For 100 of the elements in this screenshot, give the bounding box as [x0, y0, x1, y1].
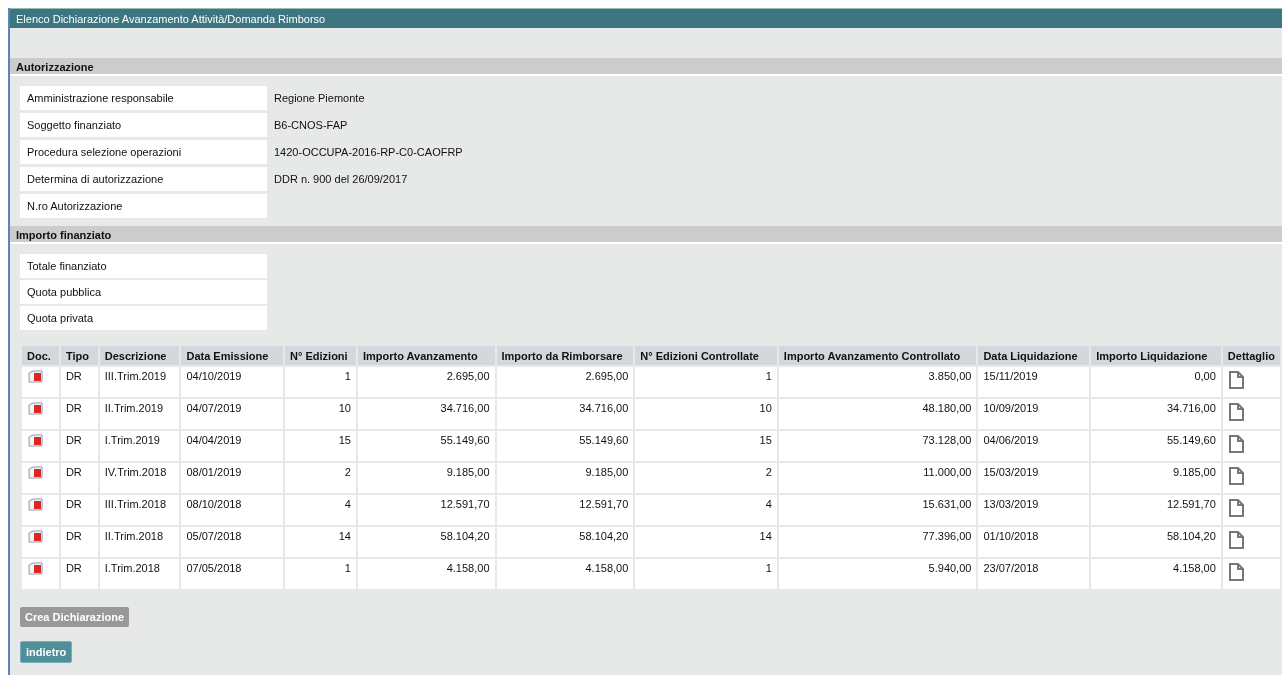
table-cell: 34.716,00: [356, 398, 496, 430]
table-cell: 05/07/2018: [180, 526, 285, 558]
back-button[interactable]: indietro: [20, 641, 73, 663]
table-cell: 10/09/2019: [977, 398, 1091, 430]
field-value: 1420-OCCUPA-2016-RP-C0-CAOFRP: [273, 145, 463, 158]
table-cell: III.Trim.2018: [98, 494, 181, 526]
field-label: N.ro Autorizzazione: [20, 193, 267, 218]
table-cell: 2.695,00: [495, 366, 635, 398]
document-icon[interactable]: [1227, 562, 1245, 582]
document-icon[interactable]: [1227, 402, 1245, 422]
column-header: Doc.: [21, 345, 60, 366]
field-value: B6-CNOS-FAP: [273, 118, 348, 131]
table-cell: 12.591,70: [1090, 494, 1222, 526]
table-cell: 3.850,00: [777, 366, 978, 398]
table-cell: 12.591,70: [356, 494, 496, 526]
column-header: N° Edizioni Controllate: [634, 345, 778, 366]
table-cell: 73.128,00: [777, 430, 978, 462]
table-cell: 4.158,00: [1090, 558, 1222, 590]
table-cell: 48.180,00: [777, 398, 978, 430]
table-cell: 1: [284, 366, 357, 398]
window-title: Elenco Dichiarazione Avanzamento Attività/Domanda Rimborso: [10, 8, 1282, 28]
document-icon[interactable]: [1227, 370, 1245, 390]
field-label: Quota pubblica: [20, 280, 267, 304]
table-cell: 58.104,20: [495, 526, 635, 558]
pdf-icon[interactable]: [27, 434, 43, 449]
pdf-icon[interactable]: [27, 370, 43, 385]
field-label: Totale finanziato: [20, 254, 267, 278]
table-cell: 5.940,00: [777, 558, 978, 590]
table-cell: 0,00: [1090, 366, 1222, 398]
document-icon[interactable]: [1227, 498, 1245, 518]
table-cell: 55.149,60: [1090, 430, 1222, 462]
create-button[interactable]: Crea Dichiarazione: [20, 607, 130, 627]
table-cell: 34.716,00: [1090, 398, 1222, 430]
section-header: Importo finanziato: [10, 226, 1282, 244]
table-cell: 4: [284, 494, 357, 526]
field-label: Procedura selezione operazioni: [20, 139, 267, 164]
table-cell: 1: [634, 558, 778, 590]
table-cell: 15: [284, 430, 357, 462]
table-cell: 15.631,00: [777, 494, 978, 526]
table-cell: 15/03/2019: [977, 462, 1091, 494]
pdf-icon[interactable]: [27, 498, 43, 513]
table-cell: 2: [634, 462, 778, 494]
pdf-icon[interactable]: [27, 562, 43, 577]
table-cell: 4.158,00: [356, 558, 496, 590]
column-header: Importo Avanzamento: [356, 345, 496, 366]
column-header: Importo da Rimborsare: [495, 345, 635, 366]
table-cell: 77.396,00: [777, 526, 978, 558]
table-cell: 10: [284, 398, 357, 430]
pdf-icon[interactable]: [27, 466, 43, 481]
table-cell: 9.185,00: [356, 462, 496, 494]
table-cell: 9.185,00: [495, 462, 635, 494]
section-header: Autorizzazione: [10, 58, 1282, 76]
table-cell: 2.695,00: [356, 366, 496, 398]
table-cell: 4.158,00: [495, 558, 635, 590]
table-cell: 07/05/2018: [180, 558, 285, 590]
column-header: Descrizione: [98, 345, 181, 366]
document-icon[interactable]: [1227, 530, 1245, 550]
table-cell: 34.716,00: [495, 398, 635, 430]
table-cell: 11.000,00: [777, 462, 978, 494]
table-cell: 1: [634, 366, 778, 398]
field-value: Regione Piemonte: [273, 91, 365, 104]
field-label: Quota privata: [20, 306, 267, 330]
table-cell: 15/11/2019: [977, 366, 1091, 398]
table-cell: 2: [284, 462, 357, 494]
column-header: Data Liquidazione: [977, 345, 1091, 366]
column-header: N° Edizioni: [284, 345, 357, 366]
table-cell: I.Trim.2019: [98, 430, 181, 462]
table-cell: 9.185,00: [1090, 462, 1222, 494]
field-label: Amministrazione responsabile: [20, 85, 267, 110]
column-header: Data Emissione: [180, 345, 285, 366]
table-cell: 12.591,70: [495, 494, 635, 526]
table-cell: 55.149,60: [356, 430, 496, 462]
column-header: Importo Avanzamento Controllato: [777, 345, 978, 366]
table-cell: 08/10/2018: [180, 494, 285, 526]
table-cell: 04/04/2019: [180, 430, 285, 462]
table-cell: 15: [634, 430, 778, 462]
table-cell: 10: [634, 398, 778, 430]
table-cell: I.Trim.2018: [98, 558, 181, 590]
table-cell: 04/06/2019: [977, 430, 1091, 462]
table-cell: 04/10/2019: [180, 366, 285, 398]
table-cell: 4: [634, 494, 778, 526]
column-header: Dettaglio: [1221, 345, 1281, 366]
column-header: Tipo: [59, 345, 99, 366]
table-cell: 01/10/2018: [977, 526, 1091, 558]
table-cell: 58.104,20: [356, 526, 496, 558]
field-label: Determina di autorizzazione: [20, 166, 267, 191]
document-icon[interactable]: [1227, 466, 1245, 486]
table-cell: 1: [284, 558, 357, 590]
table-cell: 14: [284, 526, 357, 558]
document-icon[interactable]: [1227, 434, 1245, 454]
pdf-icon[interactable]: [27, 530, 43, 545]
table-cell: 08/01/2019: [180, 462, 285, 494]
table-cell: III.Trim.2019: [98, 366, 181, 398]
table-cell: 04/07/2019: [180, 398, 285, 430]
field-value: DDR n. 900 del 26/09/2017: [273, 172, 408, 185]
pdf-icon[interactable]: [27, 402, 43, 417]
table-cell: 58.104,20: [1090, 526, 1222, 558]
table-cell: 23/07/2018: [977, 558, 1091, 590]
table-cell: 14: [634, 526, 778, 558]
table-cell: IV.Trim.2018: [98, 462, 181, 494]
